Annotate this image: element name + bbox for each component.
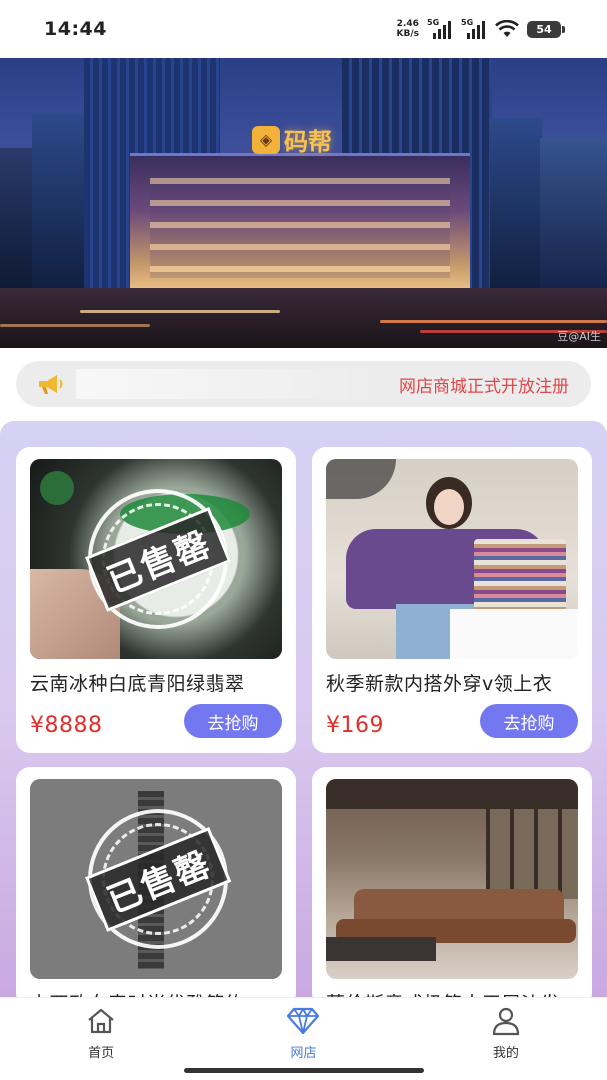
folded-clothes — [474, 539, 566, 619]
notice-text: 网店商城正式开放注册 — [399, 376, 569, 397]
watermark: 豆@AI生 — [557, 330, 601, 343]
building — [490, 118, 542, 288]
mall-logo-icon: ◈ — [252, 125, 280, 154]
buy-now-button[interactable]: 去抢购 — [184, 704, 282, 738]
product-card[interactable]: 秋季新款内搭外穿v领上衣 ¥169 去抢购 — [312, 447, 592, 753]
sold-out-label: 已售罄 — [84, 506, 232, 612]
product-price: ¥8888 — [30, 713, 103, 738]
table — [450, 609, 578, 659]
megaphone-icon — [36, 372, 66, 396]
coffee-table — [326, 937, 436, 961]
sim2-label: 5G — [461, 18, 474, 27]
user-icon — [492, 1007, 519, 1036]
notice-fade — [76, 369, 389, 399]
nav-item-profile[interactable]: 我的 — [405, 998, 607, 1080]
product-grid: 已售罄 云南冰种白底青阳绿翡翠 ¥8888 去抢购 秋季新款内搭外穿v领上衣 ¥… — [0, 421, 607, 1007]
notice-bar[interactable]: 网店商城正式开放注册 — [16, 361, 591, 407]
home-icon — [88, 1008, 114, 1034]
product-image-sofa — [326, 779, 578, 979]
building — [32, 113, 87, 288]
product-title[interactable]: 云南冰种白底青阳绿翡翠 — [30, 669, 286, 696]
nav-label-profile: 我的 — [492, 1046, 519, 1061]
product-image-watch: 已售罄 — [30, 779, 282, 979]
network-speed: 2.46 KB/s — [397, 19, 419, 39]
product-card[interactable]: 已售罄 云南冰种白底青阳绿翡翠 ¥8888 去抢购 — [16, 447, 296, 753]
mall-logo-text: 码帮 — [284, 128, 332, 156]
nav-item-home[interactable]: 首页 — [0, 998, 202, 1080]
light-streak — [0, 324, 150, 327]
ceiling — [326, 779, 578, 809]
sold-out-stamp: 已售罄 — [66, 787, 250, 971]
battery-icon: 54 — [527, 20, 565, 38]
network-speed-value: 2.46 — [396, 19, 419, 29]
product-card[interactable]: 已售罄 卡西欧女表时尚优雅简约 — [16, 767, 296, 1007]
status-icons: 2.46 KB/s 5G 5G 54 — [397, 18, 565, 39]
sim1-label: 5G — [427, 18, 440, 27]
wall-decor — [326, 459, 396, 499]
diamond-icon — [287, 1007, 320, 1035]
network-speed-unit: KB/s — [396, 29, 419, 39]
home-indicator[interactable] — [184, 1068, 424, 1073]
shelf — [486, 809, 578, 899]
building — [540, 138, 607, 288]
signal-sim2-icon: 5G — [461, 18, 487, 39]
status-bar: 14:44 2.46 KB/s 5G 5G 54 — [0, 0, 607, 58]
product-card[interactable]: 莫伦斯意式极简大平层沙发 — [312, 767, 592, 1007]
signal-sim1-icon: 5G — [427, 18, 453, 39]
model-face — [434, 489, 464, 525]
product-image-jade: 已售罄 — [30, 459, 282, 659]
street — [0, 288, 607, 348]
light-streak — [380, 320, 607, 323]
sold-out-label: 已售罄 — [84, 826, 232, 932]
brand-logo — [40, 471, 74, 505]
wifi-icon — [495, 20, 519, 37]
mall-logo: ◈ 码帮 — [252, 122, 332, 157]
light-streak — [80, 310, 280, 313]
nav-label-shop: 网店 — [290, 1046, 317, 1061]
nav-label-home: 首页 — [88, 1046, 115, 1061]
status-time: 14:44 — [44, 18, 107, 40]
product-price: ¥169 — [326, 713, 384, 738]
product-image-sweater — [326, 459, 578, 659]
hero-banner[interactable]: ◈ 码帮 豆@AI生 — [0, 58, 607, 348]
buy-now-button[interactable]: 去抢购 — [480, 704, 578, 738]
product-title[interactable]: 秋季新款内搭外穿v领上衣 — [326, 669, 582, 696]
mall-windows — [150, 178, 450, 278]
